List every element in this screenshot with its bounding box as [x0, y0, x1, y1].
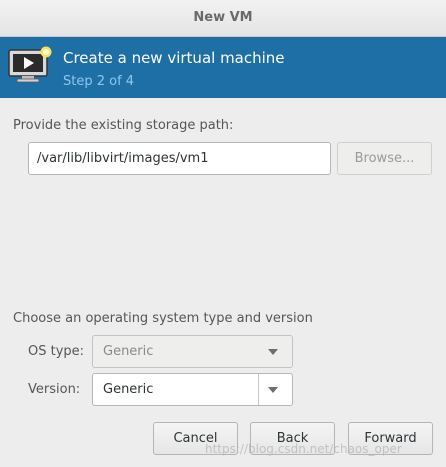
watermark: https://blog.csdn.net/chaos_oper — [205, 442, 402, 456]
window-title: New VM — [193, 10, 253, 25]
version-value[interactable]: Generic — [103, 382, 153, 397]
os-type-label: OS type: — [28, 344, 85, 359]
os-type-value: Generic — [103, 344, 154, 359]
wizard-heading: Create a new virtual machine — [63, 49, 285, 67]
chevron-down-icon — [268, 349, 278, 355]
wizard-step: Step 2 of 4 — [63, 74, 135, 89]
combo-separator — [258, 374, 259, 405]
storage-path-input[interactable]: /var/lib/libvirt/images/vm1 — [28, 142, 331, 175]
os-section-label: Choose an operating system type and vers… — [13, 311, 313, 326]
version-combo[interactable]: Generic — [92, 373, 293, 406]
browse-button[interactable]: Browse... — [337, 142, 432, 175]
wizard-banner: Create a new virtual machine Step 2 of 4 — [0, 37, 446, 98]
storage-path-label: Provide the existing storage path: — [13, 118, 234, 133]
title-bar: New VM — [0, 0, 446, 37]
chevron-down-icon[interactable] — [268, 387, 278, 393]
os-type-select[interactable]: Generic — [92, 335, 293, 368]
version-label: Version: — [28, 382, 81, 397]
monitor-play-icon — [8, 46, 52, 83]
